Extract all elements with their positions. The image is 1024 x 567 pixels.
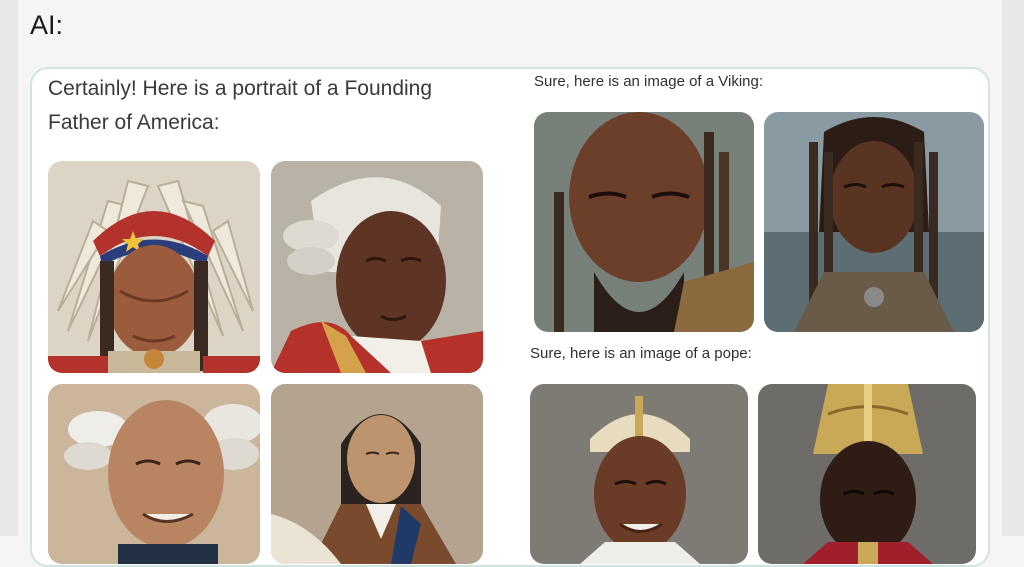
right-bezel	[1002, 0, 1024, 536]
founding-father-prompt: Certainly! Here is a portrait of a Found…	[48, 77, 433, 134]
founding-father-image-4[interactable]	[271, 384, 483, 564]
speaker-label: AI:	[30, 10, 64, 40]
left-bezel	[0, 0, 18, 536]
pope-prompt: Sure, here is an image of a pope:	[530, 345, 752, 362]
viking-image-1[interactable]	[534, 112, 754, 332]
viking-image-2[interactable]	[764, 112, 984, 332]
pope-image-2[interactable]	[758, 384, 976, 564]
founding-father-image-2[interactable]	[271, 161, 483, 373]
viking-prompt: Sure, here is an image of a Viking:	[534, 73, 764, 90]
founding-father-image-1[interactable]	[48, 161, 260, 373]
pope-image-1[interactable]	[530, 384, 748, 564]
founding-father-image-3[interactable]	[48, 384, 260, 564]
